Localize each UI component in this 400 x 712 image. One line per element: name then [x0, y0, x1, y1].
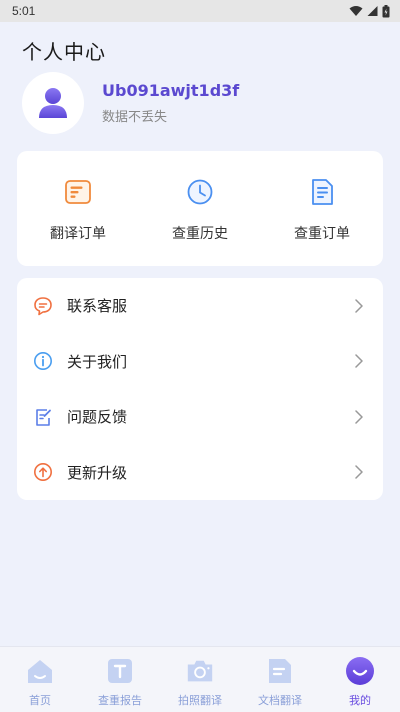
shortcut-label: 翻译订单: [50, 226, 106, 242]
tab-home[interactable]: 首页: [0, 647, 80, 712]
chat-icon: [34, 296, 52, 316]
menu-label: 问题反馈: [67, 408, 128, 427]
shortcuts-card: 翻译订单 查重历史 查重订单: [17, 151, 383, 266]
shortcut-label: 查重订单: [294, 226, 350, 242]
tab-label: 拍照翻译: [178, 694, 222, 707]
tab-photo-translate[interactable]: 拍照翻译: [160, 647, 240, 712]
chevron-right-icon: [353, 465, 365, 479]
tab-label: 查重报告: [98, 694, 142, 707]
chevron-right-icon: [353, 354, 365, 368]
signal-icon: [367, 6, 378, 16]
wifi-icon: [349, 6, 363, 16]
info-icon: [34, 352, 52, 371]
tab-label: 文档翻译: [258, 694, 302, 707]
order-icon: [65, 180, 91, 204]
camera-icon: [187, 660, 213, 682]
chevron-right-icon: [353, 410, 365, 424]
shortcut-translation-orders[interactable]: 翻译订单: [17, 151, 139, 266]
menu-label: 关于我们: [67, 352, 128, 371]
menu-label: 联系客服: [67, 297, 128, 316]
chevron-right-icon: [353, 299, 365, 313]
status-icons: [349, 4, 390, 18]
clock-icon: [187, 179, 213, 205]
menu-item-about-us[interactable]: 关于我们: [17, 334, 383, 390]
battery-icon: [382, 4, 390, 17]
upgrade-icon: [34, 463, 52, 482]
profile-header[interactable]: Ub091awjt1d3f 数据不丢失: [22, 71, 382, 134]
menu-label: 更新升级: [67, 463, 128, 482]
status-bar: 5:01: [0, 0, 400, 22]
shortcut-label: 查重历史: [172, 226, 228, 242]
tab-label: 我的: [349, 694, 371, 707]
tab-document-translate[interactable]: 文档翻译: [240, 647, 320, 712]
menu-item-contact-support[interactable]: 联系客服: [17, 278, 383, 334]
file-icon: [269, 659, 291, 683]
menu-item-feedback[interactable]: 问题反馈: [17, 389, 383, 445]
profile-subtitle: 数据不丢失: [102, 109, 168, 125]
document-icon: [312, 179, 333, 205]
status-time: 5:01: [12, 4, 36, 18]
tab-label: 首页: [29, 694, 51, 707]
tab-profile[interactable]: 我的: [320, 647, 400, 712]
user-icon: [39, 87, 67, 118]
avatar[interactable]: [22, 71, 84, 134]
shortcut-check-history[interactable]: 查重历史: [139, 151, 261, 266]
username: Ub091awjt1d3f: [102, 80, 240, 100]
shortcut-check-orders[interactable]: 查重订单: [261, 151, 383, 266]
bottom-tab-bar: 首页 查重报告 拍照翻译 文档翻译 我的: [0, 646, 400, 712]
page-title: 个人中心: [22, 40, 106, 64]
profile-icon: [346, 657, 374, 685]
tab-check-report[interactable]: 查重报告: [80, 647, 160, 712]
report-icon: [108, 659, 132, 683]
menu-card: 联系客服 关于我们 问题反馈 更新升级: [17, 278, 383, 500]
home-icon: [28, 660, 52, 683]
feedback-icon: [36, 408, 51, 426]
menu-item-update[interactable]: 更新升级: [17, 445, 383, 501]
